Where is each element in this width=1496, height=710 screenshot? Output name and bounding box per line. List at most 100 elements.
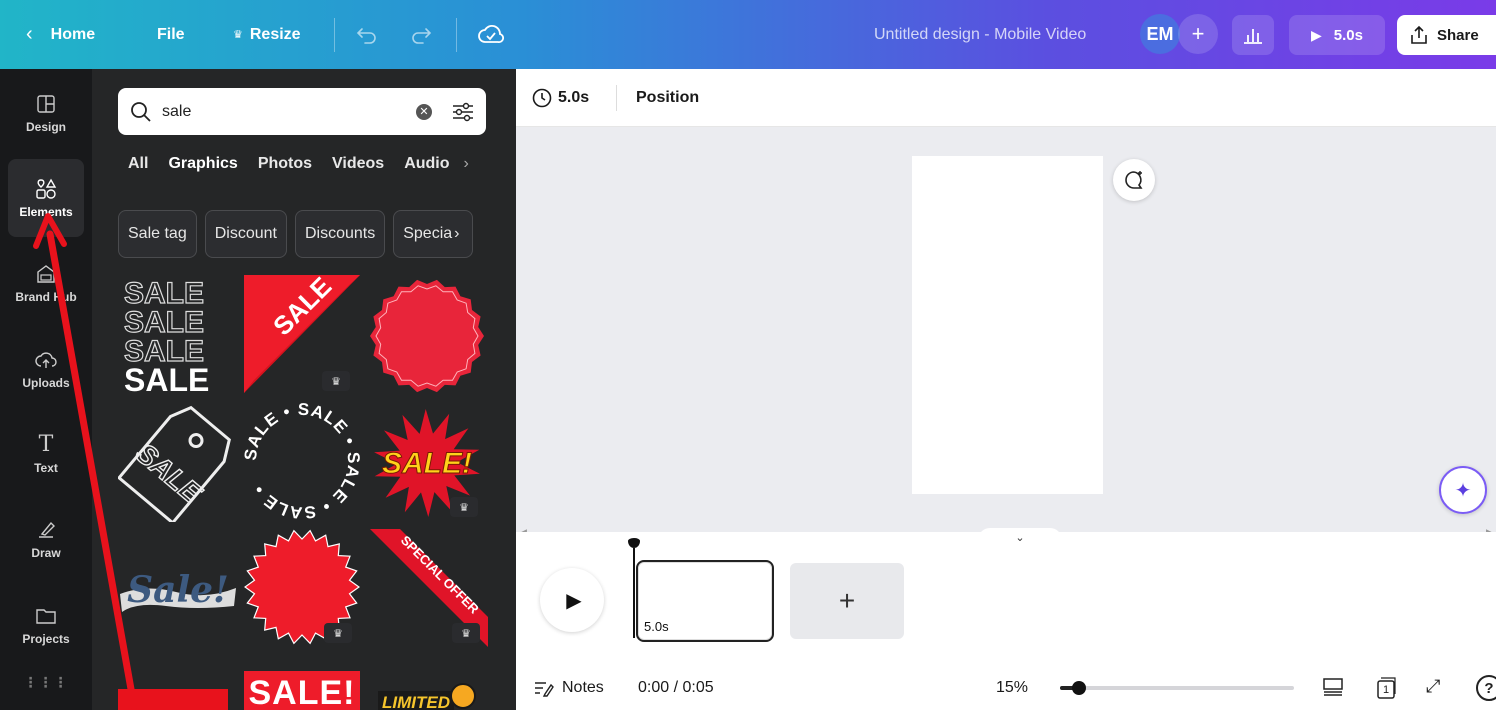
insights-button[interactable] <box>1232 15 1274 55</box>
graphic-red-badge[interactable] <box>368 277 486 395</box>
notes-label: Notes <box>562 678 604 696</box>
tab-all[interactable]: All <box>128 155 148 189</box>
share-button[interactable]: Share <box>1397 15 1496 55</box>
home-label: Home <box>50 25 96 43</box>
graphic-bottom-sale[interactable]: SALE! <box>244 671 360 710</box>
duration-label: 5.0s <box>558 89 590 106</box>
graphic-corner-sale[interactable]: SALE ♛ <box>244 271 360 393</box>
undo-icon[interactable] <box>356 0 378 69</box>
layout-icon <box>35 93 57 115</box>
sidebar-label: Elements <box>19 204 73 219</box>
badge-shape <box>370 279 484 393</box>
canvas-area: ✦ ◀ ▶ <box>516 127 1496 537</box>
sidebar-label: Uploads <box>22 375 70 390</box>
graphic-sale-stack[interactable]: SALE SALE SALE SALE <box>118 275 238 398</box>
add-comment-button[interactable] <box>1113 159 1155 201</box>
top-bar: ‹ Home File ♛ Resize Untitled design - M… <box>0 0 1496 69</box>
media-tabs: All Graphics Photos Videos Audio › <box>128 155 469 189</box>
crown-icon: ♛ <box>233 29 243 41</box>
sidebar-item-brand-hub[interactable]: Brand Hub <box>8 244 84 322</box>
design-page[interactable] <box>912 156 1103 494</box>
premium-crown-icon: ♛ <box>324 623 352 643</box>
graphic-partial-red[interactable] <box>118 689 228 710</box>
page-count-button[interactable]: 1 <box>1374 676 1398 700</box>
play-duration: 5.0s <box>1333 26 1363 44</box>
sidebar-item-draw[interactable]: Draw <box>8 500 84 578</box>
play-preview-button[interactable]: ▶ 5.0s <box>1289 15 1385 55</box>
zoom-percentage[interactable]: 15% <box>996 665 1028 710</box>
file-menu[interactable]: File <box>157 0 185 69</box>
divider <box>334 18 335 52</box>
sidebar-label: Brand Hub <box>15 289 77 304</box>
sidebar-item-elements[interactable]: Elements <box>8 159 84 237</box>
shapes-icon <box>35 178 57 200</box>
search-box[interactable]: sale ✕ <box>118 88 486 135</box>
clock-icon <box>450 683 476 709</box>
graphic-sale-tag[interactable]: SALE <box>116 402 238 525</box>
notes-icon <box>535 681 554 697</box>
design-title[interactable]: Untitled design - Mobile Video <box>874 0 1086 69</box>
page-view-icon[interactable] <box>1322 676 1344 698</box>
special-offer-text: SPECIAL OFFER <box>398 533 482 617</box>
avatar[interactable]: EM <box>1140 14 1180 54</box>
script-sale-text: Sale! <box>127 569 229 611</box>
duration-button[interactable]: 5.0s <box>532 69 589 127</box>
tab-audio[interactable]: Audio <box>404 155 449 189</box>
timeline-play-button[interactable]: ▶ <box>540 568 604 632</box>
chip-discounts[interactable]: Discounts <box>294 210 386 258</box>
sale-solid-text: SALE <box>124 362 209 395</box>
sparkle-icon: ✦ <box>1454 479 1472 502</box>
search-input[interactable]: sale <box>162 103 416 121</box>
graphic-script-sale[interactable]: Sale! <box>116 554 240 634</box>
clear-search-icon[interactable]: ✕ <box>416 103 432 120</box>
magic-assistant-button[interactable]: ✦ <box>1439 466 1487 514</box>
apps-grid-icon: ⋮⋮⋮ <box>23 674 69 690</box>
tab-photos[interactable]: Photos <box>258 155 312 189</box>
tab-graphics[interactable]: Graphics <box>168 155 237 189</box>
notes-button[interactable]: Notes <box>534 665 604 710</box>
timeline: ⌄ ▶ 5.0s + <box>516 528 1496 665</box>
sidebar-item-uploads[interactable]: Uploads <box>8 330 84 408</box>
sidebar-item-projects[interactable]: Projects <box>8 586 84 664</box>
chip-special-label: Specia <box>403 225 453 242</box>
timeline-collapse-tab[interactable]: ⌄ <box>978 528 1062 546</box>
playhead-marker[interactable] <box>628 538 640 548</box>
zoom-slider[interactable] <box>1060 681 1294 695</box>
add-page-button[interactable]: + <box>790 563 904 639</box>
sidebar-item-text[interactable]: T Text <box>8 415 84 493</box>
resize-label: Resize <box>249 25 301 43</box>
chevron-left-icon: ‹ <box>26 23 33 45</box>
cloud-saved-icon[interactable] <box>478 0 504 69</box>
tab-videos[interactable]: Videos <box>332 155 384 189</box>
elements-panel: sale ✕ All Graphics Photos Videos Audio … <box>92 69 516 710</box>
home-button[interactable]: ‹ Home <box>26 0 95 69</box>
chip-special[interactable]: Specia › <box>393 210 474 258</box>
graphic-special-offer[interactable]: SPECIAL OFFER ♛ <box>370 529 488 647</box>
sidebar-item-apps[interactable]: ⋮⋮⋮ <box>8 665 84 705</box>
clip-duration: 5.0s <box>644 619 669 634</box>
graphic-burst-sale[interactable]: SALE! ♛ <box>368 409 486 517</box>
filter-icon[interactable] <box>452 102 474 122</box>
position-button[interactable]: Position <box>636 69 699 127</box>
comment-plus-icon <box>1125 171 1143 189</box>
playhead-line <box>633 548 635 638</box>
chip-discount[interactable]: Discount <box>204 210 287 258</box>
graphic-circle-sale[interactable]: SALE • SALE • SALE • SALE • <box>241 400 363 523</box>
bottom-sale-text: SALE! <box>248 674 356 710</box>
tag-sale-text: SALE <box>130 437 208 510</box>
graphic-red-starburst[interactable]: ♛ <box>243 529 361 645</box>
sidebar-item-design[interactable]: Design <box>8 74 84 152</box>
chip-sale-tag[interactable]: Sale tag <box>118 210 197 258</box>
resize-button[interactable]: ♛ Resize <box>233 0 301 69</box>
side-nav: Design Elements Brand Hub Uploads T Text… <box>0 69 92 710</box>
graphic-limited[interactable]: LIMITED <box>372 681 484 710</box>
zoom-slider-knob[interactable] <box>1071 681 1086 695</box>
suggestion-chips: Sale tag Discount Discounts Specia › <box>118 210 474 258</box>
help-button[interactable]: ? <box>1476 675 1496 701</box>
redo-icon[interactable] <box>410 0 432 69</box>
add-collaborator-button[interactable]: + <box>1178 14 1218 54</box>
fullscreen-icon[interactable]: ⤢ <box>1426 676 1440 697</box>
chevron-right-icon[interactable]: › <box>464 155 469 189</box>
timeline-clip[interactable]: 5.0s <box>636 560 774 642</box>
bottom-bar: Notes 0:00 / 0:05 15% 1 ⤢ ? <box>516 665 1496 710</box>
